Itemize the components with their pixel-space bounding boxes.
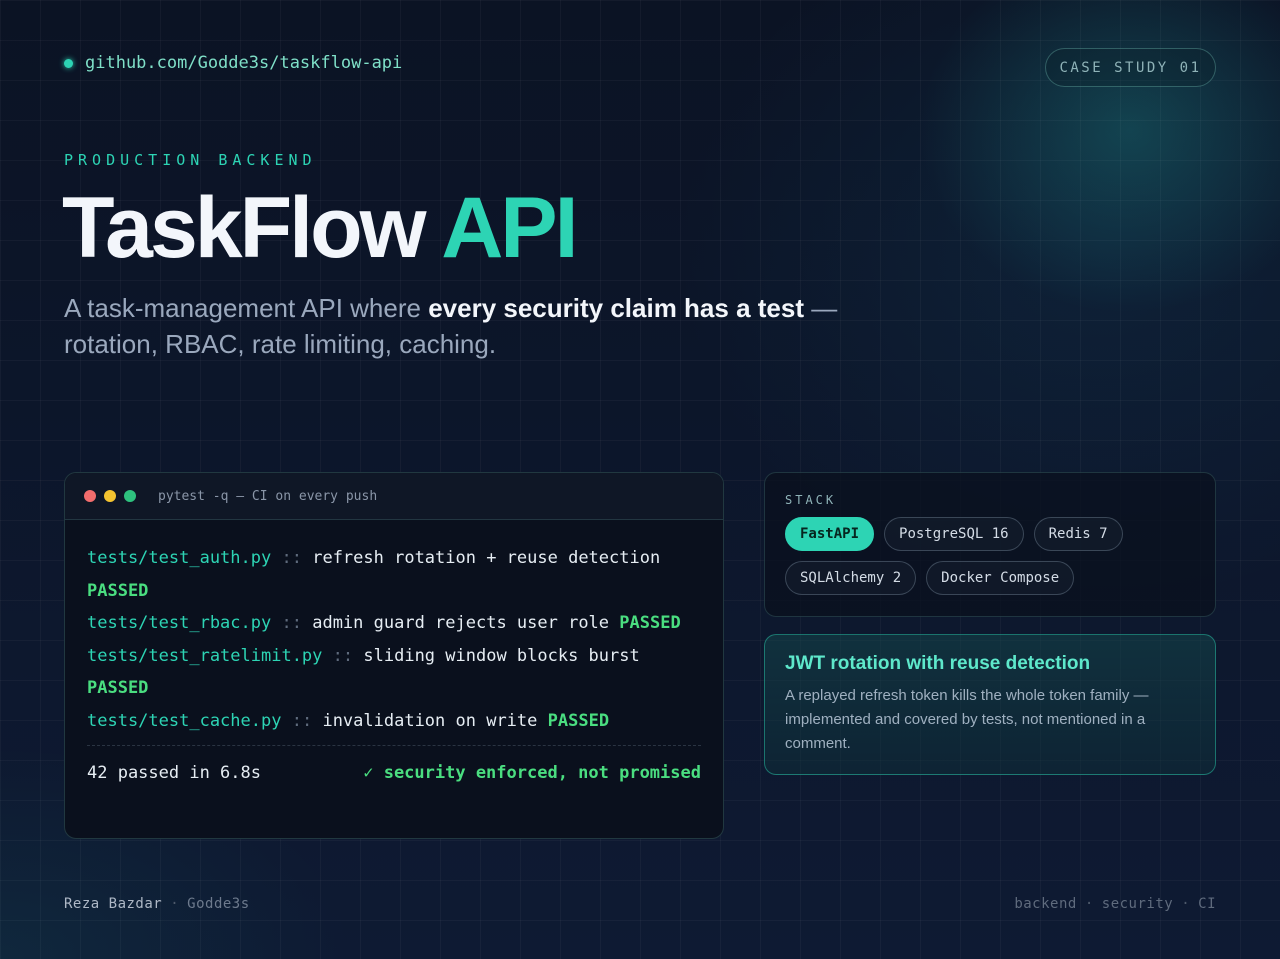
test-separator: ::: [291, 710, 313, 731]
test-summary: 42 passed in 6.8s: [87, 763, 261, 783]
test-description: admin guard rejects user role: [312, 613, 610, 633]
terminal-titlebar: pytest -q — CI on every push: [65, 473, 723, 520]
test-file: tests/test_rbac.py: [87, 613, 272, 633]
repo-link[interactable]: github.com/Godde3s/taskflow-api: [64, 53, 402, 73]
test-description: refresh rotation + reuse detection: [312, 548, 661, 568]
test-file: tests/test_ratelimit.py: [87, 645, 323, 666]
status-dot-icon: [64, 58, 73, 68]
test-separator: ::: [332, 645, 354, 666]
feature-card: JWT rotation with reuse detection A repl…: [764, 634, 1216, 775]
terminal-summary: 42 passed in 6.8s ✓ security enforced, n…: [87, 746, 701, 789]
test-description: sliding window blocks burst: [363, 645, 640, 666]
feature-body: A replayed refresh token kills the whole…: [785, 687, 1149, 752]
test-file: tests/test_cache.py: [87, 710, 282, 731]
test-line: tests/test_auth.py :: refresh rotation +…: [87, 542, 701, 607]
repo-url: github.com/Godde3s/taskflow-api: [85, 53, 403, 73]
footer-tag: CI: [1198, 896, 1216, 912]
author-handle: Godde3s: [187, 896, 250, 912]
test-line: tests/test_cache.py :: invalidation on w…: [87, 705, 701, 738]
test-status: PASSED: [87, 580, 149, 601]
chip-redis: Redis 7: [1033, 517, 1123, 551]
terminal-window: pytest -q — CI on every push tests/test_…: [64, 472, 724, 839]
page-title: TaskFlow API: [62, 180, 579, 276]
terminal-output: tests/test_auth.py :: refresh rotation +…: [65, 520, 723, 789]
test-status: PASSED: [619, 613, 681, 633]
dot-separator-icon: ·: [170, 896, 180, 912]
feature-title: JWT rotation with reuse detection: [785, 653, 1091, 674]
test-file: tests/test_auth.py: [87, 548, 272, 568]
test-separator: ::: [281, 548, 302, 568]
footer-tag: security: [1101, 896, 1174, 912]
footer-tag: backend: [1014, 896, 1077, 912]
case-study-badge: CASE STUDY 01: [1045, 48, 1216, 87]
maximize-dot-icon: [124, 490, 136, 502]
close-dot-icon: [84, 490, 96, 502]
test-line: tests/test_rbac.py :: admin guard reject…: [87, 607, 701, 640]
stack-chips: FastAPI PostgreSQL 16 Redis 7 SQLAlchemy…: [785, 517, 1195, 595]
chip-docker-compose: Docker Compose: [926, 561, 1075, 595]
footer-tags: backend · security · CI: [1014, 896, 1216, 912]
stack-card: STACK FastAPI PostgreSQL 16 Redis 7 SQLA…: [764, 472, 1216, 617]
minimize-dot-icon: [104, 490, 116, 502]
test-status: PASSED: [87, 678, 149, 698]
title-main: TaskFlow: [62, 180, 426, 276]
dot-separator-icon: ·: [1181, 896, 1191, 912]
subtitle-bold: every security claim has a test: [428, 293, 804, 323]
test-separator: ::: [281, 613, 302, 633]
footer-author: Reza Bazdar · Godde3s: [64, 896, 250, 912]
chip-postgresql: PostgreSQL 16: [884, 517, 1024, 551]
test-status: PASSED: [547, 710, 610, 731]
terminal-title: pytest -q — CI on every push: [158, 488, 378, 504]
author-name: Reza Bazdar: [64, 896, 163, 912]
page-subtitle: A task-management API where every securi…: [64, 290, 904, 362]
chip-sqlalchemy: SQLAlchemy 2: [785, 561, 917, 595]
stack-label: STACK: [785, 493, 837, 507]
subtitle-pre: A task-management API where: [64, 293, 429, 323]
test-description: invalidation on write: [322, 710, 538, 731]
chip-fastapi: FastAPI: [785, 517, 875, 551]
dot-separator-icon: ·: [1084, 896, 1094, 912]
test-line: tests/test_ratelimit.py :: sliding windo…: [87, 640, 701, 705]
title-accent: API: [441, 180, 578, 276]
eyebrow-label: PRODUCTION BACKEND: [64, 151, 317, 169]
security-claim: ✓ security enforced, not promised: [363, 763, 701, 783]
